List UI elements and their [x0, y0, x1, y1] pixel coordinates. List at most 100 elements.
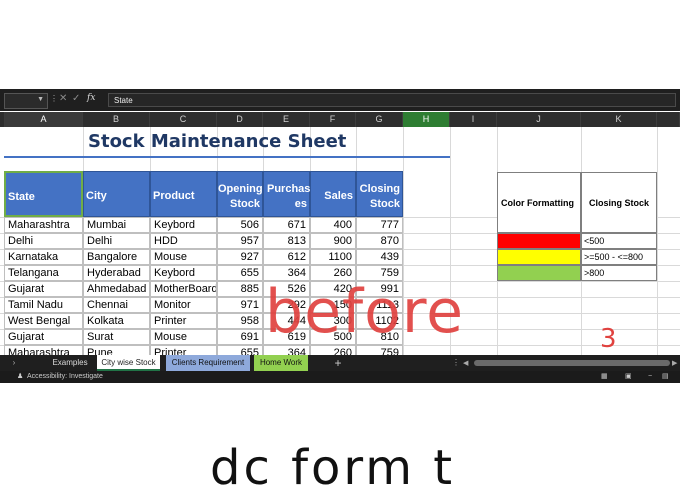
cell-state[interactable]: Maharashtra: [4, 217, 83, 233]
cell-product[interactable]: HDD: [150, 233, 217, 249]
cell-state[interactable]: Karnataka: [4, 249, 83, 265]
legend-label[interactable]: >800: [581, 265, 657, 281]
scroll-tabs-icon[interactable]: ›: [8, 355, 20, 371]
legend-label[interactable]: >=500 - <=800: [581, 249, 657, 265]
legend-swatch[interactable]: [497, 249, 581, 265]
cell-state[interactable]: Gujarat: [4, 329, 83, 345]
add-sheet-button[interactable]: +: [331, 355, 345, 371]
tab-city-wise-stock[interactable]: City wise Stock: [97, 355, 160, 371]
column-header-c[interactable]: C: [150, 112, 217, 127]
cell-city[interactable]: Chennai: [83, 297, 150, 313]
cell-sales[interactable]: 400: [310, 217, 356, 233]
column-header-g[interactable]: G: [356, 112, 403, 127]
legend-header-color[interactable]: Color Formatting: [497, 172, 581, 233]
page-layout-icon[interactable]: ▣: [625, 371, 632, 383]
cell-purchases[interactable]: 612: [263, 249, 310, 265]
cell-state[interactable]: Gujarat: [4, 281, 83, 297]
scroll-left-icon[interactable]: ◀: [463, 359, 471, 367]
cell-city[interactable]: Mumbai: [83, 217, 150, 233]
header-closing-line2: Stock: [370, 198, 400, 210]
tab-home-work[interactable]: Home Work: [254, 355, 308, 371]
cell-city[interactable]: Bangalore: [83, 249, 150, 265]
chevron-down-icon[interactable]: ▼: [37, 96, 44, 103]
cell-product[interactable]: Mouse: [150, 249, 217, 265]
normal-view-icon[interactable]: ▦: [601, 371, 608, 383]
legend-header-closing[interactable]: Closing Stock: [581, 172, 657, 233]
horizontal-scrollbar[interactable]: [474, 360, 670, 366]
cell-closing[interactable]: 777: [356, 217, 403, 233]
cell-closing[interactable]: 439: [356, 249, 403, 265]
column-header-j[interactable]: J: [497, 112, 581, 127]
page-break-icon[interactable]: ▤: [662, 371, 669, 383]
cell-sales[interactable]: 900: [310, 233, 356, 249]
tab-clients-requirement[interactable]: Clients Requirement: [166, 355, 250, 371]
cell-opening[interactable]: 691: [217, 329, 263, 345]
legend-swatch[interactable]: [497, 233, 581, 249]
column-header-b[interactable]: B: [83, 112, 150, 127]
column-header-e[interactable]: E: [263, 112, 310, 127]
column-header-more[interactable]: [657, 112, 680, 127]
header-city-label: City: [86, 190, 107, 202]
header-purchases[interactable]: Purchas es: [263, 171, 310, 217]
header-city[interactable]: City: [83, 171, 150, 217]
cell-state[interactable]: West Bengal: [4, 313, 83, 329]
cell-product[interactable]: Printer: [150, 313, 217, 329]
scroll-right-icon[interactable]: ▶: [672, 359, 680, 367]
cell-product[interactable]: MotherBoard: [150, 281, 217, 297]
cell-product[interactable]: Keybord: [150, 217, 217, 233]
cell-state[interactable]: Maharashtra: [4, 345, 83, 355]
cell-opening[interactable]: 958: [217, 313, 263, 329]
column-header-a[interactable]: A: [5, 112, 83, 127]
legend-swatch[interactable]: [497, 265, 581, 281]
insert-function-button[interactable]: fx: [87, 93, 95, 103]
cell-state[interactable]: Delhi: [4, 233, 83, 249]
overlay-number: 3: [600, 324, 617, 354]
tab-options-icon[interactable]: ⋮: [452, 355, 460, 371]
cell-city[interactable]: Hyderabad: [83, 265, 150, 281]
column-header-k[interactable]: K: [581, 112, 657, 127]
cell-product[interactable]: Printer: [150, 345, 217, 355]
cell-opening[interactable]: 506: [217, 217, 263, 233]
cell-opening[interactable]: 655: [217, 265, 263, 281]
cell-state[interactable]: Tamil Nadu: [4, 297, 83, 313]
cell-city[interactable]: Ahmedabad: [83, 281, 150, 297]
header-state[interactable]: State: [4, 171, 83, 217]
header-opening-stock[interactable]: Opening Stock: [217, 171, 263, 217]
legend-label[interactable]: <500: [581, 233, 657, 249]
cell-city[interactable]: Kolkata: [83, 313, 150, 329]
cell-city[interactable]: Surat: [83, 329, 150, 345]
cell-sales[interactable]: 1100: [310, 249, 356, 265]
accessibility-icon[interactable]: ♟: [17, 371, 23, 383]
column-header-d[interactable]: D: [217, 112, 263, 127]
zoom-out-icon[interactable]: −: [648, 371, 652, 383]
cell-opening[interactable]: 885: [217, 281, 263, 297]
cell-product[interactable]: Keybord: [150, 265, 217, 281]
cell-state[interactable]: Telangana: [4, 265, 83, 281]
header-opening-line1: Opening: [218, 183, 263, 195]
header-closing-stock[interactable]: Closing Stock: [356, 171, 403, 217]
tab-examples[interactable]: Examples: [44, 355, 96, 371]
header-sales[interactable]: Sales: [310, 171, 356, 217]
cell-product[interactable]: Monitor: [150, 297, 217, 313]
name-box[interactable]: ▼: [4, 93, 48, 109]
cell-opening[interactable]: 927: [217, 249, 263, 265]
cell-purchases[interactable]: 671: [263, 217, 310, 233]
header-product[interactable]: Product: [150, 171, 217, 217]
column-header-f[interactable]: F: [310, 112, 356, 127]
cell-product[interactable]: Mouse: [150, 329, 217, 345]
cell-purchases[interactable]: 813: [263, 233, 310, 249]
cell-opening[interactable]: 971: [217, 297, 263, 313]
bottom-caption: dc form t: [210, 440, 456, 496]
column-header-h[interactable]: H: [403, 112, 450, 127]
accessibility-status[interactable]: Accessibility: Investigate: [27, 371, 103, 383]
cell-closing[interactable]: 870: [356, 233, 403, 249]
cell-city[interactable]: Pune: [83, 345, 150, 355]
cell-opening[interactable]: 655: [217, 345, 263, 355]
confirm-icon[interactable]: ✓: [72, 93, 80, 104]
formula-input[interactable]: State: [108, 93, 676, 107]
cancel-icon[interactable]: ✕: [59, 93, 67, 104]
worksheet-grid[interactable]: Stock Maintenance Sheet State City Produ…: [0, 127, 680, 355]
column-header-i[interactable]: I: [450, 112, 497, 127]
cell-city[interactable]: Delhi: [83, 233, 150, 249]
cell-opening[interactable]: 957: [217, 233, 263, 249]
